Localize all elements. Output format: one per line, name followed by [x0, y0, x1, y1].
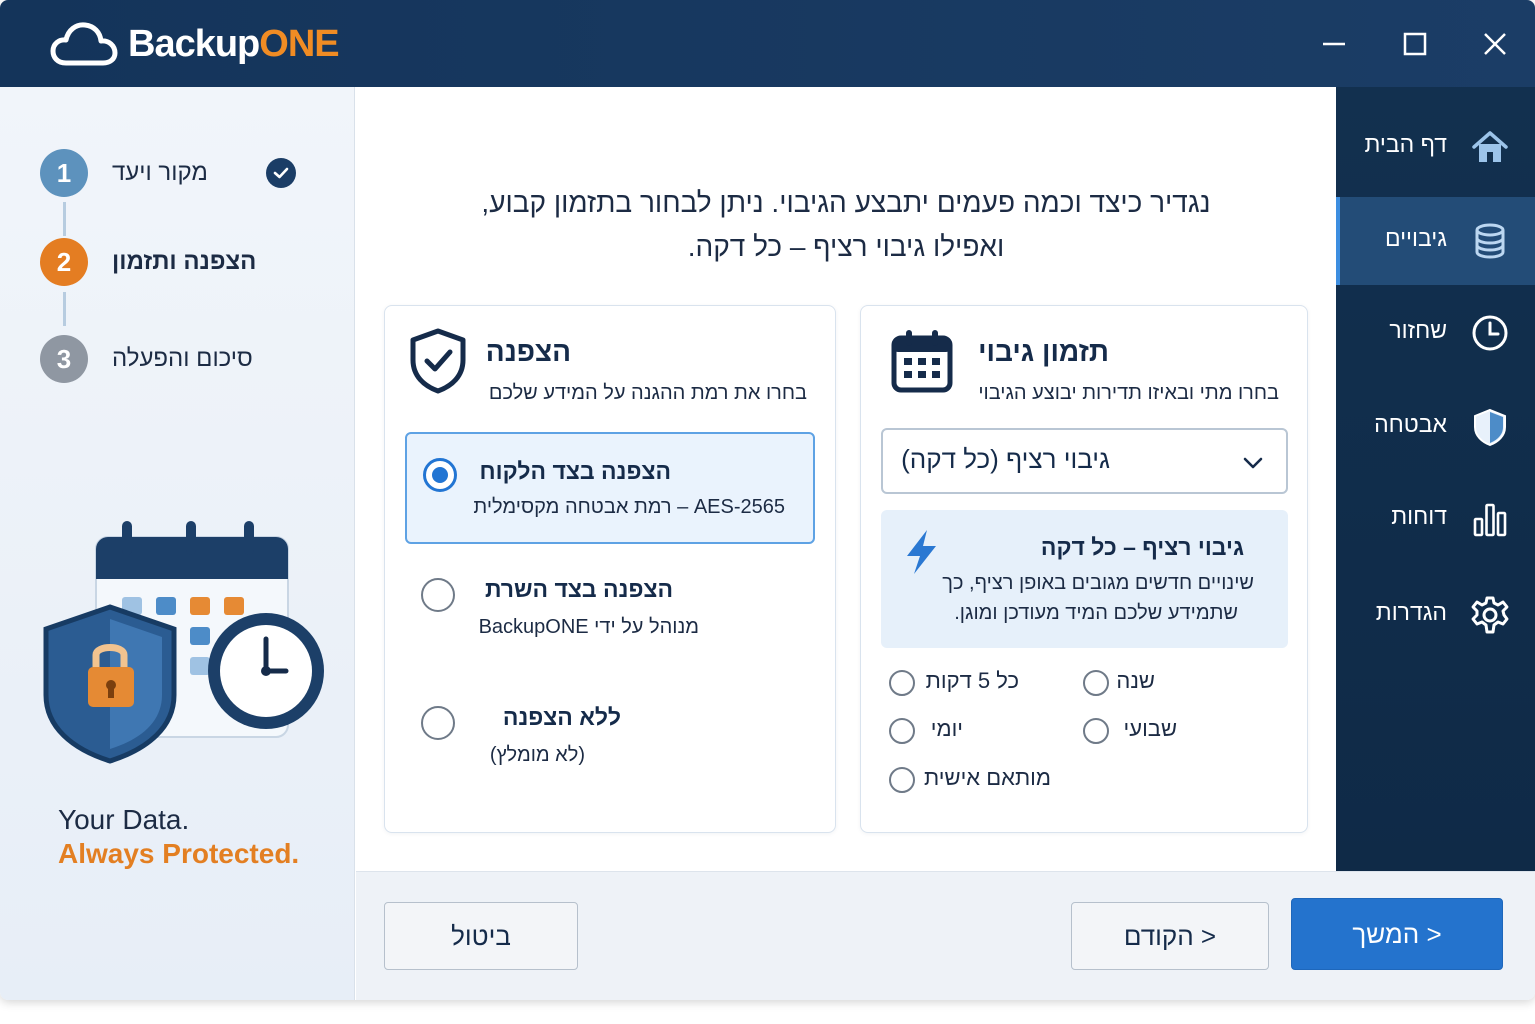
option-subtitle: AES-2565 – רמת אבטחה מקסימלית — [473, 496, 785, 518]
option-title: ללא הצפנה — [502, 704, 621, 730]
option-label: שנה — [1116, 668, 1155, 693]
clock-icon — [1472, 315, 1508, 351]
minimize-icon — [1323, 42, 1345, 46]
main-content: נגדיר כיצד וכמה פעמים יתבצע הגיבוי. ניתן… — [356, 87, 1336, 871]
dropdown-value: גיבוי רציף (כל דקה) — [901, 444, 1110, 474]
schedule-card: תזמון גיבוי בחרו מתי ובאיזו תדירות יבוצע… — [860, 305, 1308, 833]
schedule-title: תזמון גיבוי — [978, 336, 1109, 367]
nav-label: גיבויים — [1384, 225, 1447, 251]
step-connector — [63, 292, 66, 326]
option-label: יומי — [930, 716, 963, 741]
security-illustration — [43, 521, 324, 764]
option-title: הצפנה בצד הלקוח — [479, 458, 671, 484]
option-title: הצפנה בצד השרת — [484, 576, 673, 602]
app-logo: BackupONE — [50, 16, 340, 72]
bar-chart-icon — [1473, 503, 1507, 537]
database-icon — [1475, 223, 1505, 259]
option-subtitle: מנוהל על ידי BackupONE — [478, 616, 699, 638]
schedule-subtitle: בחרו מתי ובאיזו תדירות יבוצע הגיבוי — [978, 382, 1279, 404]
intro-line-2: ואפילו גיבוי רציף – כל דקה. — [687, 231, 1005, 262]
wizard-step-3[interactable]: 3 סיכום והפעלה — [40, 334, 253, 384]
close-button[interactable] — [1473, 22, 1517, 66]
info-line-2: שתמידע שלכם המיד מעודכן ומוגן. — [954, 602, 1238, 624]
radio-server-side[interactable] — [421, 578, 455, 612]
schedule-dropdown[interactable]: גיבוי רציף (כל דקה) — [881, 428, 1288, 494]
schedule-option-daily[interactable]: יומי — [889, 716, 1039, 746]
encryption-option-none[interactable]: ללא הצפנה (לא מומלץ) — [405, 698, 815, 778]
nav-item-reports[interactable]: דוחות — [1336, 475, 1535, 563]
intro-line-1: נגדיר כיצד וכמה פעמים יתבצע הגיבוי. ניתן… — [481, 187, 1211, 218]
nav-item-backups[interactable]: גיבויים — [1336, 197, 1535, 285]
nav-label: דוחות — [1391, 503, 1447, 529]
nav-label: אבטחה — [1374, 411, 1447, 437]
main-navigation: דף הבית גיבויים שחזור אבטחה דוחות הגדרות — [1336, 87, 1535, 871]
shield-icon — [1474, 408, 1506, 447]
wizard-step-2[interactable]: 2 הצפנה ותזמון — [40, 237, 256, 287]
radio-every-5-min[interactable] — [889, 670, 915, 696]
maximize-icon — [1403, 32, 1427, 56]
radio-weekly[interactable] — [1083, 718, 1109, 744]
radio-daily[interactable] — [889, 718, 915, 744]
encryption-option-server[interactable]: הצפנה בצד השרת מנוהל על ידי BackupONE — [405, 568, 815, 648]
back-button[interactable]: < הקודם — [1071, 902, 1269, 970]
title-bar: BackupONE — [0, 0, 1535, 87]
step-number: 3 — [40, 335, 88, 383]
next-button[interactable]: < המשך — [1291, 898, 1503, 970]
lightning-icon — [907, 530, 936, 574]
brand-accent: ONE — [259, 22, 339, 65]
nav-item-home[interactable]: דף הבית — [1336, 103, 1535, 191]
nav-item-restore[interactable]: שחזור — [1336, 289, 1535, 377]
nav-label: דף הבית — [1364, 131, 1447, 157]
option-label: כל 5 דקות — [925, 668, 1019, 693]
option-label: שבועי — [1123, 716, 1177, 741]
encryption-card: הצפנה בחרו את רמת ההגנה על המידע שלכם הצ… — [384, 305, 836, 833]
tagline-line-1: Your Data. — [58, 804, 190, 835]
nav-label: הגדרות — [1375, 599, 1447, 625]
radio-year[interactable] — [1083, 670, 1109, 696]
encryption-title: הצפנה — [485, 336, 571, 367]
info-title: גיבוי רציף – כל דקה — [1040, 534, 1244, 560]
wizard-step-1[interactable]: 1 מקור ויעד — [40, 148, 296, 198]
shield-check-icon — [410, 328, 466, 394]
encryption-subtitle: בחרו את רמת ההגנה על המידע שלכם — [488, 382, 807, 404]
wizard-steps-panel: 1 מקור ויעד 2 הצפנה ותזמון 3 סיכום והפעל… — [0, 87, 355, 1000]
check-icon — [266, 158, 296, 188]
brand-main: Backup — [128, 22, 260, 65]
radio-no-encryption[interactable] — [421, 706, 455, 740]
schedule-option-custom[interactable]: מותאם אישית — [889, 765, 1059, 795]
brand-name: BackupONE — [128, 22, 340, 66]
step-number: 2 — [40, 238, 88, 286]
home-icon — [1472, 131, 1508, 162]
gear-icon — [1471, 596, 1509, 634]
step-number: 1 — [40, 149, 88, 197]
cancel-button[interactable]: ביטול — [384, 902, 578, 970]
step-connector — [63, 202, 66, 236]
schedule-option-weekly[interactable]: שבועי — [1083, 716, 1183, 746]
chevron-down-icon — [1243, 457, 1263, 469]
maximize-button[interactable] — [1393, 22, 1437, 66]
continuous-backup-info: גיבוי רציף – כל דקה שינויים חדשים מגובים… — [881, 510, 1288, 648]
nav-label: שחזור — [1389, 317, 1447, 343]
radio-client-side[interactable] — [423, 458, 457, 492]
minimize-button[interactable] — [1312, 22, 1356, 66]
app-window: BackupONE 1 מקור ויעד 2 הצפנה ותזמון 3 ס — [0, 0, 1535, 1000]
step-label: הצפנה ותזמון — [112, 248, 257, 275]
step-label: מקור ויעד — [112, 159, 208, 186]
nav-item-security[interactable]: אבטחה — [1336, 383, 1535, 471]
tagline-line-2: Always Protected. — [58, 838, 300, 869]
cloud-logo-icon — [50, 22, 118, 66]
calendar-icon — [891, 330, 953, 393]
radio-custom[interactable] — [889, 767, 915, 793]
nav-item-settings[interactable]: הגדרות — [1336, 571, 1535, 659]
step-label: סיכום והפעלה — [112, 345, 253, 372]
tagline: Your Data. Always Protected. — [58, 803, 299, 871]
close-icon — [1484, 33, 1506, 55]
schedule-option-5min[interactable]: כל 5 דקות — [889, 668, 1039, 698]
option-label: מותאם אישית — [924, 765, 1051, 790]
info-line-1: שינויים חדשים מגובים באופן רציף, כך — [942, 572, 1254, 594]
encryption-option-client[interactable]: הצפנה בצד הלקוח AES-2565 – רמת אבטחה מקס… — [405, 432, 815, 544]
option-subtitle: (לא מומלץ) — [489, 744, 585, 766]
schedule-option-year[interactable]: שנה — [1083, 668, 1183, 698]
wizard-footer: ביטול < הקודם < המשך — [356, 871, 1535, 1000]
